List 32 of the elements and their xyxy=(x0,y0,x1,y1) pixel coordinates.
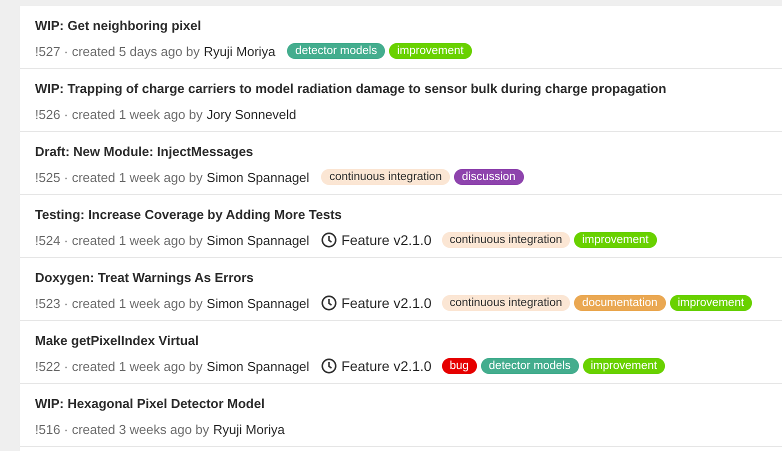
merge-request-ref: !524 · created 1 week ago by xyxy=(35,232,203,248)
merge-request-ref: !527 · created 5 days ago by xyxy=(35,44,200,58)
merge-request-ref: !522 · created 1 week ago by xyxy=(35,358,203,374)
author-link[interactable]: Simon Spannagel xyxy=(206,296,310,310)
merge-request-ref: !523 · created 1 week ago by xyxy=(35,296,203,310)
merge-request-title[interactable]: Draft: New Module: InjectMessages xyxy=(35,144,254,160)
milestone-link[interactable]: Feature v2.1.0 xyxy=(341,358,432,374)
merge-request-title[interactable]: Testing: Increase Coverage by Adding More Tests xyxy=(35,207,342,223)
author-link[interactable]: Ryuji Moriya xyxy=(204,44,276,58)
merge-request-title[interactable]: Doxygen: Treat Warnings As Errors xyxy=(35,270,254,286)
author-link[interactable]: Simon Spannagel xyxy=(206,358,310,374)
merge-request-title[interactable]: WIP: Trapping of charge carriers to model radiation damage to sensor bulk during charge propagation xyxy=(35,81,666,97)
author-link[interactable]: Simon Spannagel xyxy=(206,170,310,184)
label-tag[interactable]: continuous integration xyxy=(321,169,450,185)
author-link[interactable]: Jory Sonneveld xyxy=(206,106,296,122)
author-link[interactable]: Ryuji Moriya xyxy=(213,422,285,436)
merge-request-ref: !526 · created 1 week ago by xyxy=(35,106,203,122)
label-tag[interactable]: bug xyxy=(442,358,477,374)
label-tag[interactable]: discussion xyxy=(454,169,524,185)
label-tag[interactable]: continuous integration xyxy=(442,295,570,311)
merge-request-ref: !516 · created 3 weeks ago by xyxy=(35,422,210,436)
author-link[interactable]: Simon Spannagel xyxy=(206,232,310,248)
milestone-link[interactable]: Feature v2.1.0 xyxy=(341,232,432,248)
clock-icon xyxy=(321,358,338,374)
clock-icon xyxy=(321,295,338,311)
milestone-link[interactable]: Feature v2.1.0 xyxy=(341,295,432,311)
clock-icon xyxy=(321,232,338,248)
merge-request-title[interactable]: WIP: Get neighboring pixel xyxy=(35,18,202,34)
merge-request-title[interactable]: Make getPixelIndex Virtual xyxy=(35,333,199,349)
merge-request-ref: !525 · created 1 week ago by xyxy=(35,170,203,184)
merge-request-title[interactable]: WIP: Hexagonal Pixel Detector Model xyxy=(35,396,265,412)
label-tag[interactable]: continuous integration xyxy=(442,232,570,248)
